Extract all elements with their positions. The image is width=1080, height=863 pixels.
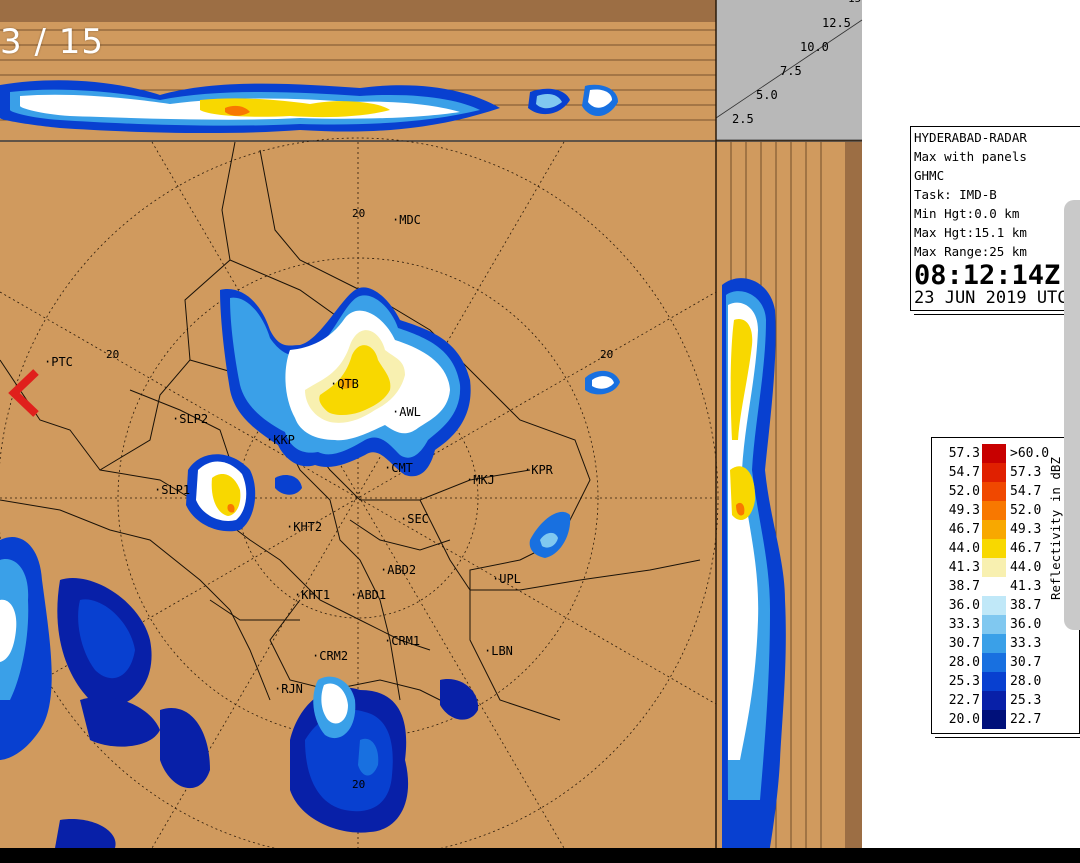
place-label: ·RJN: [274, 682, 303, 696]
height-label: 10.0: [800, 40, 829, 54]
chevron-left-icon: [8, 369, 39, 417]
legend-row: 44.0 46.7: [948, 539, 1042, 558]
place-label: ·SLP2: [172, 412, 209, 426]
region-name: GHMC: [914, 168, 945, 183]
height-label: 12.5: [822, 16, 851, 30]
previous-image-button[interactable]: [2, 366, 42, 420]
place-label: ·MDC: [392, 213, 421, 227]
range-label: 20: [352, 207, 366, 220]
height-label: 2.5: [732, 112, 754, 126]
legend-row: 38.7 41.3: [948, 577, 1042, 596]
legend-row: 25.3 28.0: [948, 672, 1042, 691]
legend-row: 52.0 54.7: [948, 482, 1042, 501]
legend-swatch: [982, 615, 1006, 634]
legend-row: 20.0 22.7: [948, 710, 1042, 729]
side-drawer-handle[interactable]: [1064, 200, 1080, 630]
place-label: ·CRM2: [312, 649, 349, 663]
observation-date: 23 JUN 2019 UTC: [914, 288, 1068, 308]
legend-swatch: [982, 482, 1006, 501]
legend-swatch: [982, 577, 1006, 596]
image-counter: 3 / 15: [0, 22, 104, 62]
range-label: 20: [352, 778, 366, 791]
place-label: ·SEC: [400, 512, 429, 526]
legend-swatch: [982, 444, 1006, 463]
height-scale-top-label: 15: [848, 0, 861, 5]
legend-row: 41.3 44.0: [948, 558, 1042, 577]
top-panel-shadow: [0, 0, 716, 22]
legend-row: 22.7 25.3: [948, 691, 1042, 710]
legend-row: 30.7 33.3: [948, 634, 1042, 653]
observation-time: 08:12:14Z: [914, 260, 1061, 291]
legend-swatch: [982, 558, 1006, 577]
place-label: ·KHT2: [286, 520, 323, 534]
radar-info-panel: HYDERABAD-RADAR Max with panels GHMC Tas…: [910, 126, 1080, 311]
place-label: ·CMT: [384, 461, 413, 475]
place-label: ·UPL: [492, 572, 521, 586]
product-name: Max with panels: [914, 149, 1027, 164]
task-name: Task: IMD-B: [914, 187, 997, 202]
max-height: Max Hgt:15.1 km: [914, 225, 1027, 240]
side-panel-shadow: [845, 142, 862, 848]
max-range: Max Range:25 km: [914, 244, 1027, 259]
legend-row: 28.0 30.7: [948, 653, 1042, 672]
legend-swatch: [982, 672, 1006, 691]
legend-row: 36.0 38.7: [948, 596, 1042, 615]
legend-swatch: [982, 520, 1006, 539]
place-label: ·PTC: [44, 355, 73, 369]
legend-row: 54.7 57.3: [948, 463, 1042, 482]
legend-swatch: [982, 634, 1006, 653]
legend-swatch: [982, 691, 1006, 710]
place-label: ·CRM1: [384, 634, 421, 648]
place-label: ·SLP1: [154, 483, 191, 497]
legend-swatch: [982, 539, 1006, 558]
min-height: Min Hgt:0.0 km: [914, 206, 1020, 221]
legend-swatch: [982, 501, 1006, 520]
bottom-bar: [0, 848, 1080, 863]
legend-swatch: [982, 710, 1006, 729]
place-label: ·MKJ: [466, 473, 495, 487]
legend-row: 57.3 >60.0: [948, 444, 1050, 463]
legend-row: 46.7 49.3: [948, 520, 1042, 539]
place-label: ·KKP: [266, 433, 295, 447]
place-label: ·AWL: [392, 405, 421, 419]
legend-row: 33.3 36.0: [948, 615, 1042, 634]
place-label: ·LBN: [484, 644, 513, 658]
legend-row: 49.3 52.0: [948, 501, 1042, 520]
legend-swatch: [982, 596, 1006, 615]
legend-swatch: [982, 463, 1006, 482]
legend-title: Reflectivity in dBZ: [1048, 457, 1063, 600]
place-label: ·KHT1: [294, 588, 331, 602]
legend-swatch: [982, 653, 1006, 672]
range-label: 20: [106, 348, 120, 361]
range-label: 20: [600, 348, 614, 361]
height-label: 5.0: [756, 88, 778, 102]
height-label: 7.5: [780, 64, 802, 78]
place-label: ·ABD2: [380, 563, 417, 577]
place-label: ·KPR: [524, 463, 553, 477]
place-label: ·QTB: [330, 377, 359, 391]
station-name: HYDERABAD-RADAR: [914, 130, 1027, 145]
place-label: ·ABD1: [350, 588, 387, 602]
